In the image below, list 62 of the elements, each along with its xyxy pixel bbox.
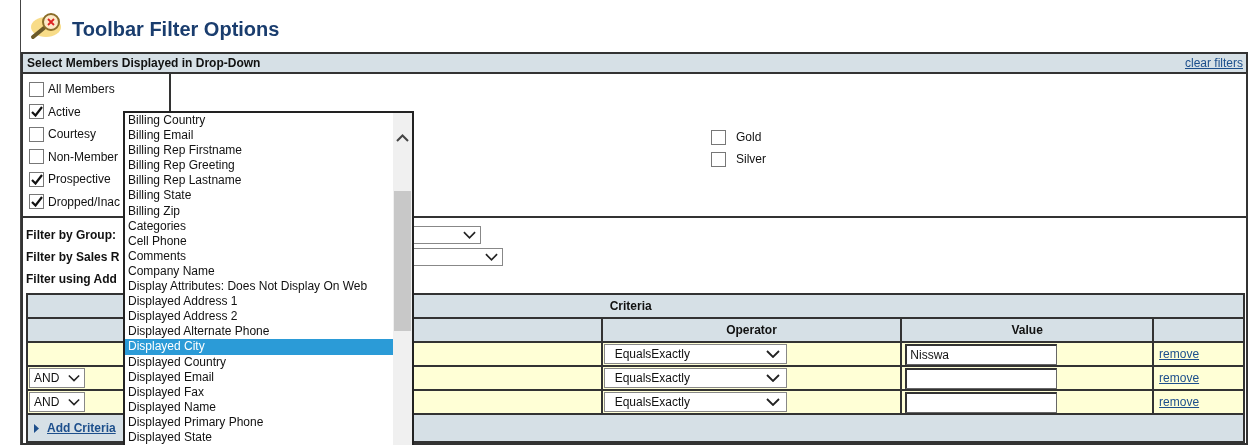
checkbox-label: Silver: [736, 151, 766, 168]
conjunction-select[interactable]: AND: [29, 368, 85, 388]
dropdown-option[interactable]: Display Attributes: Does Not Display On Web: [125, 279, 393, 295]
chevron-icon: [765, 374, 780, 382]
checkbox-label: All Members: [48, 81, 115, 99]
scroll-up-icon[interactable]: [396, 134, 409, 142]
checkbox[interactable]: [29, 81, 44, 97]
dropdown-option[interactable]: Billing Zip: [125, 203, 393, 219]
dropdown-option[interactable]: Billing Email: [125, 128, 393, 144]
column-header: Criteria: [609, 299, 652, 313]
checkbox-label: Prospective: [48, 171, 111, 189]
dropdown-option[interactable]: Billing State: [125, 188, 393, 204]
checkbox[interactable]: [29, 104, 44, 120]
dropdown-option[interactable]: Displayed Address 2: [125, 309, 393, 325]
checkbox-label: Gold: [736, 129, 762, 146]
checkbox-label: Courtesy: [48, 126, 97, 144]
chevron-icon: [68, 398, 80, 406]
chevron-icon: [765, 350, 780, 358]
value-field[interactable]: Nisswa: [905, 343, 1058, 365]
checkbox[interactable]: [29, 171, 44, 187]
operator-select[interactable]: EqualsExactly: [603, 368, 787, 388]
expand-icon: [34, 423, 39, 433]
chevron-icon: [463, 231, 476, 239]
dropdown-option[interactable]: Billing Country: [125, 113, 393, 129]
dropdown-option[interactable]: Billing Rep Greeting: [125, 158, 393, 174]
section-title: Select Members Displayed in Drop-Down: [27, 55, 261, 72]
dropdown-option[interactable]: Cell Phone: [125, 233, 393, 249]
checkbox[interactable]: [711, 129, 726, 145]
value-field[interactable]: [905, 391, 1058, 413]
dropdown-option[interactable]: Company Name: [125, 263, 393, 280]
chevron-icon: [68, 374, 80, 382]
clear-filters-link[interactable]: clear filters: [1185, 54, 1243, 72]
dropdown-option[interactable]: Displayed State: [125, 429, 393, 445]
operator-select[interactable]: EqualsExactly: [603, 344, 787, 364]
filter-label: Filter by Group:: [26, 228, 116, 242]
scroll-thumb[interactable]: [394, 191, 411, 331]
add-criteria-link[interactable]: Add Criteria: [47, 419, 116, 437]
checkbox-label: Non-Member: [48, 148, 119, 166]
checkbox[interactable]: [29, 194, 44, 210]
conjunction-select[interactable]: AND: [29, 392, 85, 412]
column-header: Value: [901, 318, 1154, 342]
dropdown-option[interactable]: Displayed Primary Phone: [125, 414, 393, 430]
checkbox[interactable]: [711, 151, 726, 167]
dropdown-option[interactable]: Comments: [125, 248, 393, 264]
dropdown-option[interactable]: Billing Rep Firstname: [125, 143, 393, 159]
checkbox-label: Dropped/Inac: [48, 193, 121, 211]
checkbox-label: Active: [48, 103, 81, 121]
scrollbar[interactable]: [393, 113, 412, 445]
filter-label: Filter using Add: [26, 272, 117, 286]
filter-label: Filter by Sales R: [26, 250, 120, 264]
dropdown-option[interactable]: Displayed Country: [125, 354, 393, 370]
dropdown-option[interactable]: Billing Rep Lastname: [125, 173, 393, 189]
operator-select[interactable]: EqualsExactly: [603, 392, 787, 412]
dropdown-option[interactable]: Categories: [125, 218, 393, 234]
column-header: Operator: [601, 318, 902, 342]
value-field[interactable]: [905, 367, 1058, 389]
checkbox[interactable]: [29, 149, 44, 165]
dropdown-option[interactable]: Displayed Fax: [125, 384, 393, 400]
chevron-icon: [485, 253, 498, 261]
chevron-icon: [765, 398, 780, 406]
checkbox[interactable]: [29, 126, 44, 142]
page-title: Toolbar Filter Options: [72, 17, 280, 42]
